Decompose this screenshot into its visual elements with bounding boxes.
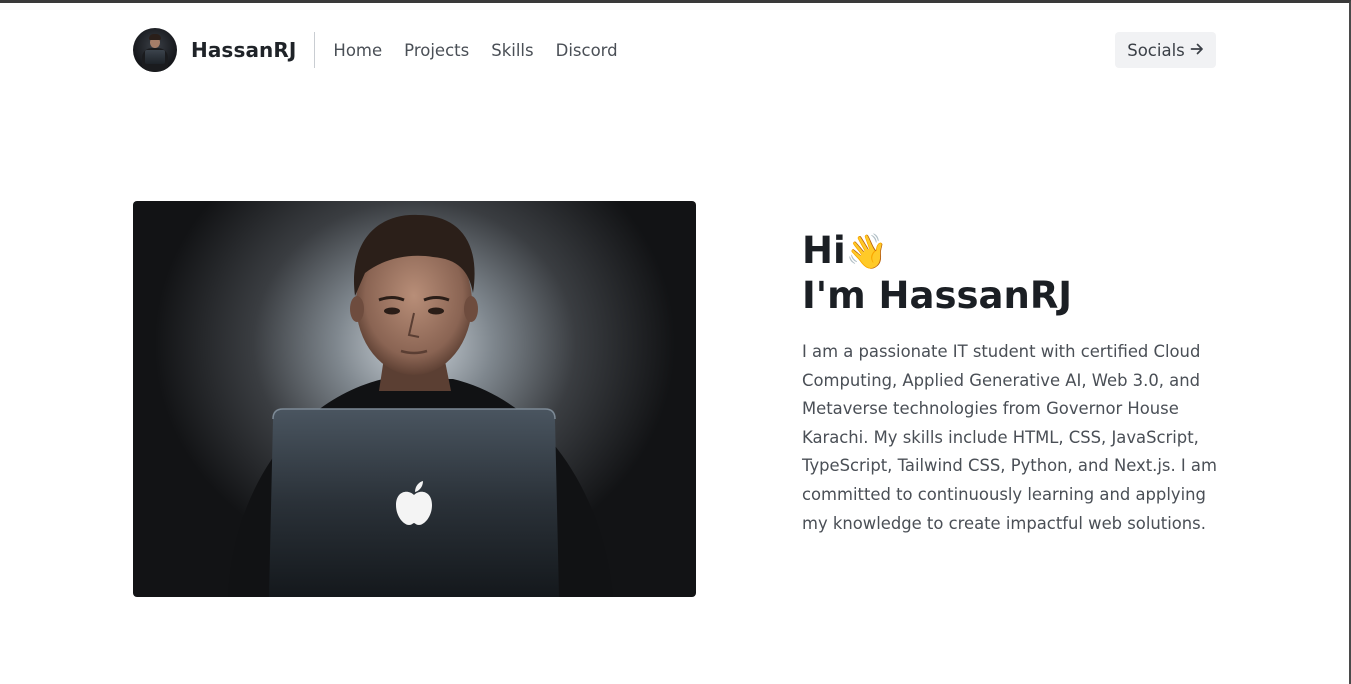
greeting-name: I'm HassanRJ [802, 274, 1073, 317]
socials-label: Socials [1127, 40, 1185, 60]
hero-intro: Hi👋 I'm HassanRJ I am a passionate IT st… [802, 229, 1222, 555]
nav-discord-link[interactable]: Discord [556, 41, 618, 60]
greeting-line: Hi👋 [802, 229, 1222, 274]
socials-button[interactable]: Socials [1115, 32, 1216, 68]
header-divider [314, 32, 316, 68]
greeting-hi: Hi [802, 229, 846, 272]
hero-photo [133, 201, 696, 597]
avatar-laptop-shape [145, 50, 165, 64]
brand-name[interactable]: HassanRJ [191, 38, 296, 62]
arrow-right-icon [1190, 42, 1204, 59]
nav-home-link[interactable]: Home [333, 41, 382, 60]
nav-projects-link[interactable]: Projects [404, 41, 469, 60]
site-header: HassanRJ Home Projects Skills Discord So… [133, 3, 1216, 97]
avatar-hair-shape [149, 34, 161, 40]
logo-avatar[interactable] [133, 28, 177, 72]
nav-skills-link[interactable]: Skills [491, 41, 533, 60]
person-with-laptop-illustration [228, 214, 613, 597]
main-nav: Home Projects Skills Discord [333, 41, 617, 60]
hero-heading: Hi👋 I'm HassanRJ [802, 229, 1222, 318]
bio-paragraph: I am a passionate IT student with certif… [802, 342, 1217, 533]
waving-hand-icon: 👋 [845, 232, 888, 272]
